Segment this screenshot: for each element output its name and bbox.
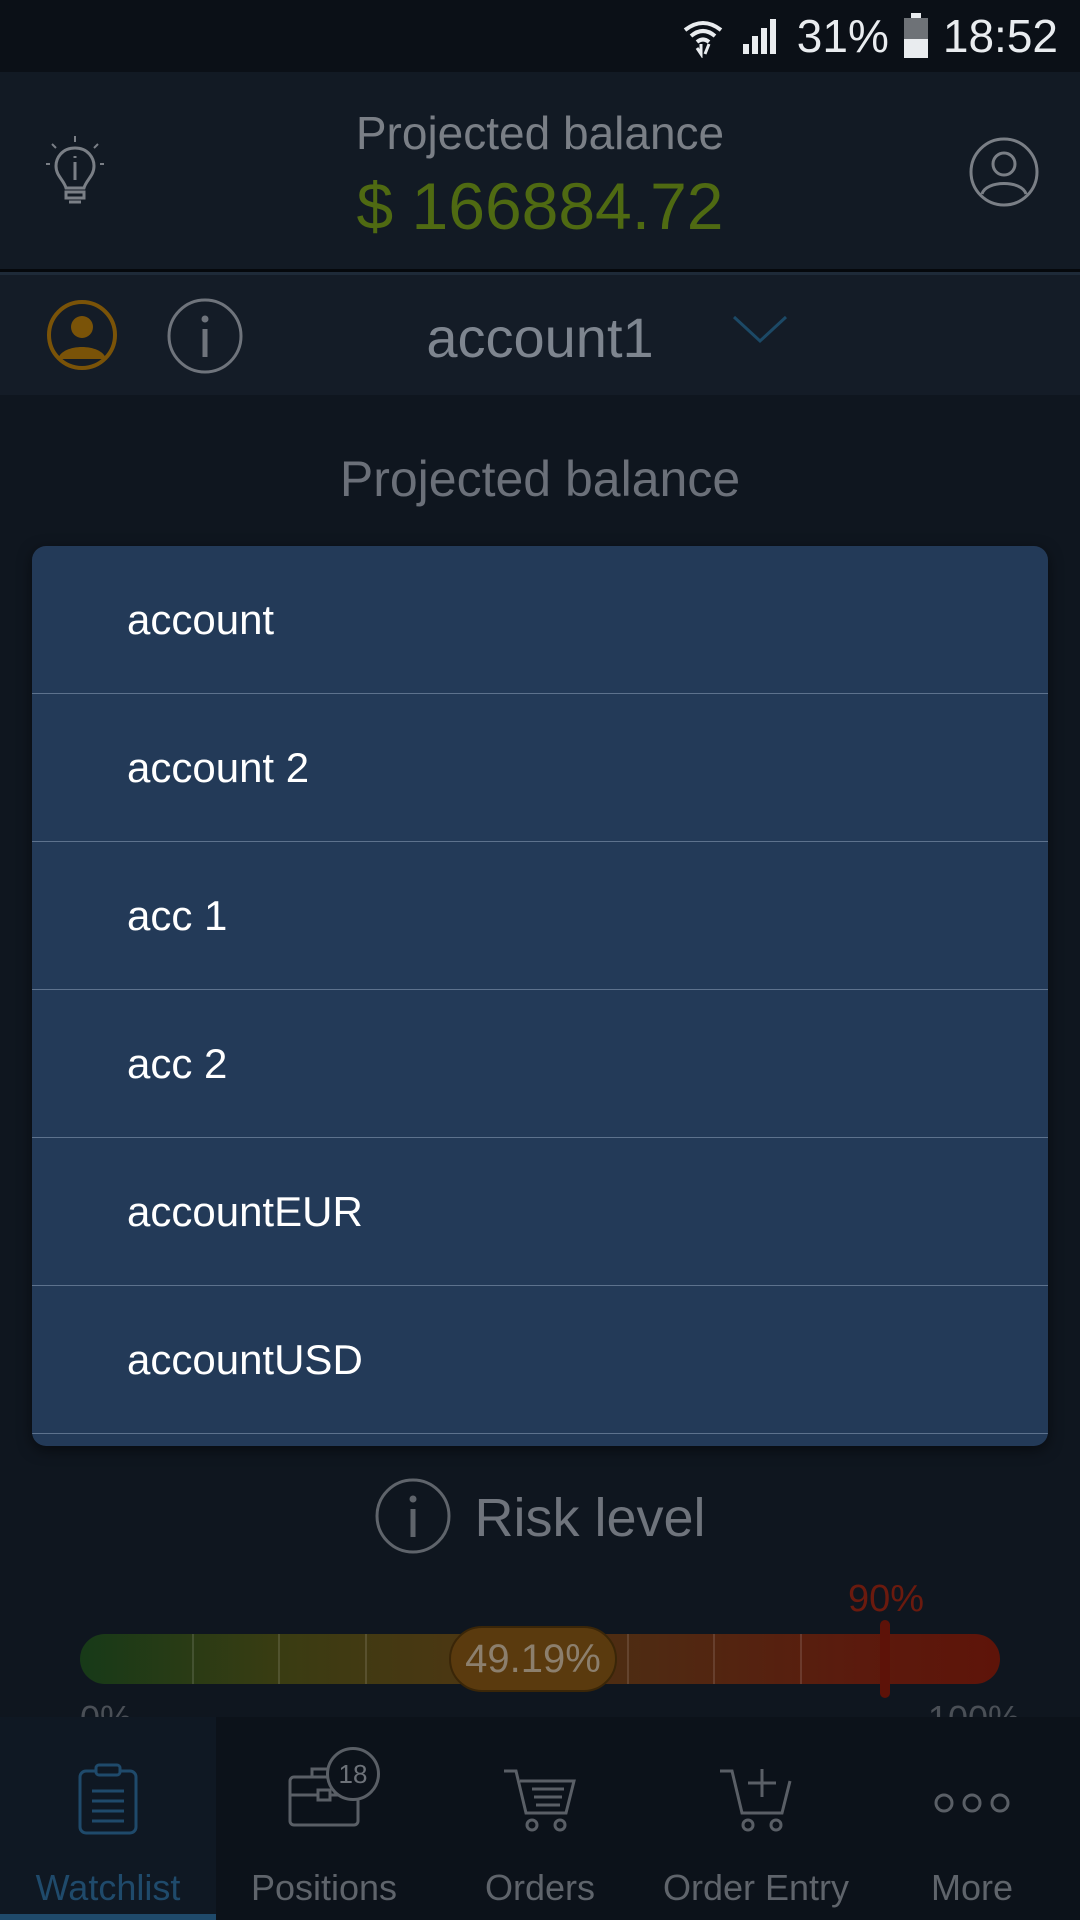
app-header: Projected balance $ 166884.72 bbox=[0, 72, 1080, 272]
nav-label: More bbox=[930, 1867, 1014, 1908]
status-icons: 31% 18:52 bbox=[681, 10, 1058, 62]
section-title: Projected balance bbox=[339, 451, 741, 507]
dropdown-item[interactable]: accountUSD bbox=[32, 1286, 1048, 1434]
header-title: Projected balance bbox=[355, 107, 725, 159]
dropdown-item[interactable]: acc 2 bbox=[32, 990, 1048, 1138]
cart-plus-icon bbox=[648, 1763, 864, 1835]
gauge-tick bbox=[192, 1634, 194, 1684]
gauge-tick bbox=[278, 1634, 280, 1684]
gauge-tick bbox=[365, 1634, 367, 1684]
bottom-navigation: Watchlist Positions Orders Order Entry M… bbox=[0, 1717, 1080, 1920]
nav-more[interactable]: More bbox=[864, 1717, 1080, 1920]
dropdown-item[interactable]: acc 1 bbox=[32, 842, 1048, 990]
more-dots-icon bbox=[864, 1791, 1080, 1815]
profile-icon[interactable] bbox=[968, 136, 1040, 213]
clock: 18:52 bbox=[942, 10, 1058, 62]
dropdown-item[interactable]: accountEUR bbox=[32, 1138, 1048, 1286]
nav-positions[interactable]: Positions bbox=[216, 1717, 432, 1920]
risk-threshold-label: 90% bbox=[848, 1578, 925, 1620]
nav-label: Orders bbox=[484, 1867, 596, 1908]
clipboard-icon bbox=[0, 1763, 216, 1837]
chevron-down-icon[interactable] bbox=[730, 309, 790, 354]
nav-label: Positions bbox=[250, 1867, 398, 1908]
nav-label: Watchlist bbox=[35, 1867, 181, 1908]
dropdown-item[interactable]: account 2 bbox=[32, 694, 1048, 842]
gauge-tick bbox=[713, 1634, 715, 1684]
nav-orders[interactable]: Orders bbox=[432, 1717, 648, 1920]
gauge-tick bbox=[800, 1634, 802, 1684]
wifi-icon bbox=[681, 14, 725, 58]
positions-count-badge: 18 bbox=[326, 1747, 380, 1801]
risk-level-header: Risk level bbox=[0, 1478, 1080, 1558]
risk-threshold-marker bbox=[880, 1620, 890, 1698]
signal-icon bbox=[739, 14, 783, 58]
nav-label: Order Entry bbox=[662, 1867, 850, 1908]
battery-icon bbox=[903, 13, 929, 59]
projected-balance-value: $ 166884.72 bbox=[356, 169, 724, 243]
status-bar: 31% 18:52 bbox=[0, 0, 1080, 72]
account-bar: account1 bbox=[0, 275, 1080, 395]
dropdown-item[interactable]: account bbox=[32, 546, 1048, 694]
risk-value-bubble: 49.19% bbox=[449, 1626, 617, 1692]
briefcase-icon bbox=[216, 1763, 432, 1829]
risk-level-label: Risk level bbox=[474, 1488, 706, 1548]
battery-percent: 31% bbox=[796, 10, 889, 62]
cart-icon bbox=[432, 1763, 648, 1835]
risk-info-icon[interactable] bbox=[374, 1477, 452, 1560]
selected-account-label: account1 bbox=[426, 306, 654, 369]
gauge-tick bbox=[627, 1634, 629, 1684]
account-selector[interactable]: account1 bbox=[0, 305, 1080, 370]
risk-level-gauge: 90% 49.19% 0% 100% bbox=[80, 1578, 1020, 1739]
nav-order-entry[interactable]: Order Entry bbox=[648, 1717, 864, 1920]
nav-watchlist[interactable]: Watchlist bbox=[0, 1717, 216, 1920]
account-dropdown-menu: account account 2 acc 1 acc 2 accountEUR… bbox=[32, 546, 1048, 1446]
app-screen: 31% 18:52 Projected balance $ 166884.72 … bbox=[0, 0, 1080, 1920]
